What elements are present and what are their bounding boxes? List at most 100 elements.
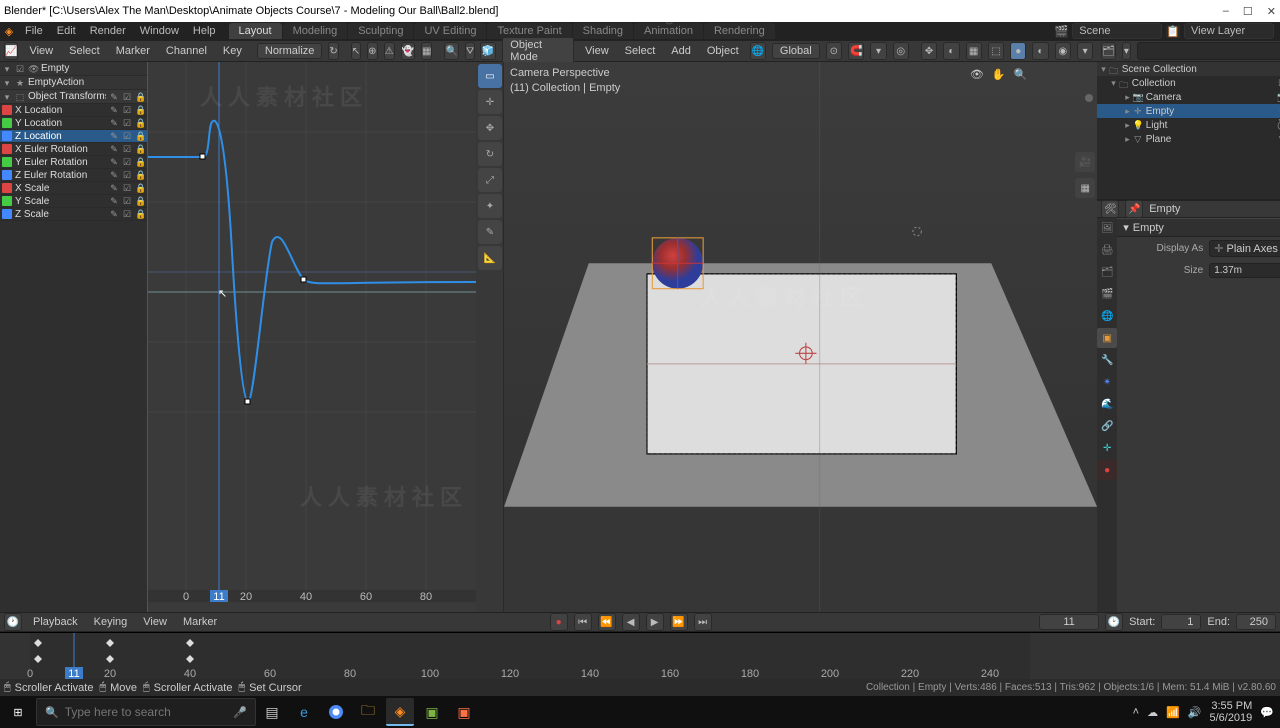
- cloud-icon[interactable]: ☁: [1147, 706, 1158, 719]
- tool-annotate-icon[interactable]: ✎: [478, 220, 502, 244]
- tab-object-icon[interactable]: ▣: [1097, 328, 1117, 348]
- tl-menu-playback[interactable]: Playback: [28, 616, 83, 628]
- app-green-icon[interactable]: ▣: [418, 698, 446, 726]
- selectable-icon[interactable]: 👁: [970, 68, 984, 81]
- tool-transform-icon[interactable]: ✦: [478, 194, 502, 218]
- channel-item[interactable]: Y Euler Rotation✎☑🔒: [0, 156, 147, 169]
- outliner-item[interactable]: ▸📷Camera📷👁⦾: [1097, 90, 1280, 104]
- outliner-item[interactable]: ▸✛Empty♢ ▽ ∥👁⦾: [1097, 104, 1280, 118]
- tab-layout[interactable]: Layout: [229, 23, 282, 39]
- explorer-icon[interactable]: 🗀: [354, 698, 382, 726]
- jump-end-icon[interactable]: ⏭: [694, 613, 712, 631]
- channel-item[interactable]: X Scale✎☑🔒: [0, 182, 147, 195]
- scene-icon[interactable]: 🎬: [1055, 25, 1069, 38]
- volume-icon[interactable]: 🔊: [1188, 706, 1202, 719]
- warn-icon[interactable]: ⚠: [384, 42, 395, 60]
- xray-icon[interactable]: ▦: [966, 42, 982, 60]
- keyframe-next-icon[interactable]: ⏩: [670, 613, 688, 631]
- channel-item[interactable]: Y Location✎☑🔒: [0, 117, 147, 130]
- tool-move-icon[interactable]: ✥: [478, 116, 502, 140]
- auto-normalize-icon[interactable]: ↻: [328, 42, 338, 60]
- wifi-icon[interactable]: 📶: [1166, 706, 1180, 719]
- tl-menu-marker[interactable]: Marker: [178, 616, 222, 628]
- start-button[interactable]: ⊞: [0, 696, 36, 728]
- menu-file[interactable]: File: [18, 25, 50, 37]
- pin-icon[interactable]: 📌: [1125, 200, 1143, 218]
- orientation-icon[interactable]: 🌐: [750, 42, 766, 60]
- tab-data-icon[interactable]: ✛: [1097, 438, 1117, 458]
- jump-start-icon[interactable]: ⏮: [574, 613, 592, 631]
- tab-rendering[interactable]: Rendering: [704, 23, 775, 39]
- taskview-icon[interactable]: ▤: [258, 698, 286, 726]
- close-icon[interactable]: ✕: [1267, 5, 1276, 18]
- zoom-camera-icon[interactable]: 🎥: [1075, 152, 1095, 172]
- minimize-icon[interactable]: –: [1223, 5, 1229, 18]
- ge-menu-marker[interactable]: Marker: [111, 45, 155, 57]
- snap-cursor-icon[interactable]: ⊕: [367, 42, 377, 60]
- channel-item[interactable]: Y Scale✎☑🔒: [0, 195, 147, 208]
- tool-measure-icon[interactable]: 📐: [478, 246, 502, 270]
- snap-icon[interactable]: 🧲: [848, 42, 864, 60]
- tl-menu-view[interactable]: View: [138, 616, 172, 628]
- vp-menu-object[interactable]: Object: [702, 45, 744, 57]
- chrome-icon[interactable]: [322, 698, 350, 726]
- autokey-icon[interactable]: ●: [550, 613, 568, 631]
- channel-item[interactable]: Z Scale✎☑🔒: [0, 208, 147, 221]
- clock-time[interactable]: 3:55 PM: [1209, 700, 1252, 712]
- blender-logo-icon[interactable]: ◈: [0, 22, 18, 40]
- edit-icon[interactable]: ✎: [109, 92, 119, 102]
- tab-scene-icon[interactable]: 🎬: [1097, 284, 1117, 304]
- channel-item[interactable]: X Euler Rotation✎☑🔒: [0, 143, 147, 156]
- editor-type-icon[interactable]: 🛠: [1101, 200, 1119, 218]
- display-as-field[interactable]: ✛ Plain Axes ▾: [1209, 240, 1280, 257]
- vp-menu-select[interactable]: Select: [620, 45, 661, 57]
- outliner-search[interactable]: [1137, 42, 1280, 60]
- tab-modeling[interactable]: Modeling: [283, 23, 348, 39]
- tool-scale-icon[interactable]: ⤢: [478, 168, 502, 192]
- start-field[interactable]: 1: [1161, 614, 1201, 630]
- clock-date[interactable]: 5/6/2019: [1209, 712, 1252, 724]
- play-icon[interactable]: ▶: [646, 613, 664, 631]
- handles-icon[interactable]: ▦: [421, 42, 432, 60]
- tab-uv[interactable]: UV Editing: [414, 23, 486, 39]
- ge-menu-channel[interactable]: Channel: [161, 45, 212, 57]
- mic-icon[interactable]: 🎤: [233, 706, 247, 719]
- snap-opt-icon[interactable]: ▾: [870, 42, 886, 60]
- app-orange-icon[interactable]: ▣: [450, 698, 478, 726]
- search-icon[interactable]: 🔍: [444, 42, 458, 60]
- play-rev-icon[interactable]: ◀: [622, 613, 640, 631]
- tab-shading[interactable]: Shading: [573, 23, 633, 39]
- pivot-icon[interactable]: ⊙: [826, 42, 842, 60]
- channel-item[interactable]: Z Location✎☑🔒: [0, 130, 147, 143]
- vp-menu-add[interactable]: Add: [666, 45, 696, 57]
- editor-type-icon[interactable]: 🧊: [480, 42, 496, 60]
- tab-render-icon[interactable]: 🖼: [1097, 218, 1117, 238]
- maximize-icon[interactable]: ☐: [1243, 5, 1253, 18]
- lock-range-icon[interactable]: 🕑: [1105, 613, 1123, 631]
- lock-icon[interactable]: 🔒: [135, 92, 145, 102]
- menu-help[interactable]: Help: [186, 25, 223, 37]
- editor-type-icon[interactable]: 📈: [4, 42, 18, 60]
- shading-lookdev-icon[interactable]: ◐: [1032, 42, 1048, 60]
- tab-particle-icon[interactable]: ✴: [1097, 372, 1117, 392]
- prop-edit-icon[interactable]: ◎: [893, 42, 909, 60]
- tool-cursor-icon[interactable]: ✛: [478, 90, 502, 114]
- tray-up-icon[interactable]: ˄: [1133, 706, 1139, 718]
- hand-icon[interactable]: ✋: [992, 68, 1006, 81]
- menu-edit[interactable]: Edit: [50, 25, 83, 37]
- viewlayer-field[interactable]: View Layer: [1184, 23, 1274, 39]
- size-field[interactable]: 1.37m: [1209, 263, 1280, 278]
- channel-action[interactable]: ▾ ★ EmptyAction: [0, 76, 147, 90]
- mode-select[interactable]: Object Mode: [502, 37, 574, 65]
- tab-animation[interactable]: Animation: [634, 23, 703, 39]
- tool-select-icon[interactable]: ▭: [478, 64, 502, 88]
- taskbar-search[interactable]: 🔍 🎤: [36, 698, 256, 726]
- viewlayer-icon[interactable]: 📋: [1166, 25, 1180, 38]
- tab-material-icon[interactable]: ●: [1097, 460, 1117, 480]
- outliner-collection[interactable]: ▾🗀 Collection ☑ 👁 ⦾: [1097, 76, 1280, 90]
- normalize-toggle[interactable]: Normalize: [257, 43, 323, 59]
- ge-menu-view[interactable]: View: [24, 45, 58, 57]
- tab-constraint-icon[interactable]: 🔗: [1097, 416, 1117, 436]
- tool-rotate-icon[interactable]: ↻: [478, 142, 502, 166]
- channel-group[interactable]: ▾ ⬚ Object Transforms ✎ ☑ 🔒: [0, 90, 147, 104]
